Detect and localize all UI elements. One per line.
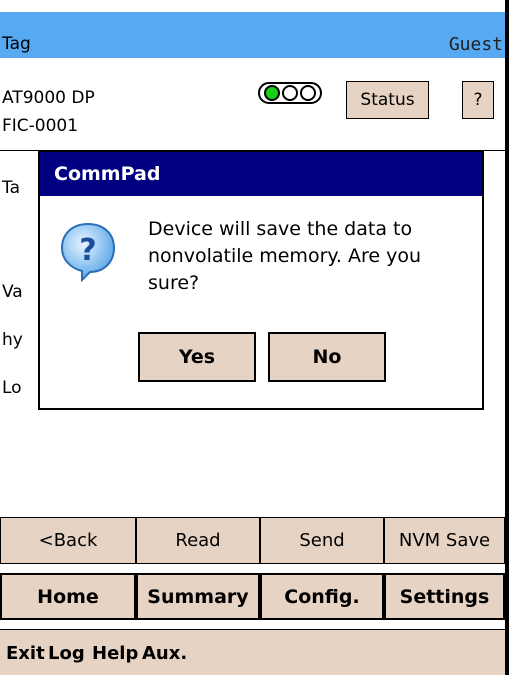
nav-config[interactable]: Config. <box>260 573 384 620</box>
yes-button[interactable]: Yes <box>138 332 256 382</box>
device-model: AT9000 DP <box>2 88 95 108</box>
nav-summary[interactable]: Summary <box>136 573 260 620</box>
no-button[interactable]: No <box>268 332 386 382</box>
dialog-message: Device will save the data to nonvolatile… <box>148 218 422 294</box>
dialog-title: CommPad <box>40 152 482 196</box>
nvm-save-button[interactable]: NVM Save <box>384 517 505 564</box>
back-button[interactable]: <Back <box>0 517 136 564</box>
background-label: Va <box>2 282 23 302</box>
background-label: hy <box>2 330 23 350</box>
user-label: Guest <box>448 34 503 55</box>
title-bar: Tag Guest <box>0 12 505 58</box>
background-label: Ta <box>2 178 20 198</box>
read-button[interactable]: Read <box>136 517 260 564</box>
nav-home[interactable]: Home <box>0 573 136 620</box>
device-info: AT9000 DP FIC-0001 Status ? <box>0 58 505 151</box>
menu-exit[interactable]: Exit <box>6 643 45 664</box>
nav-bar: Home Summary Config. Settings <box>0 573 505 620</box>
confirm-dialog: CommPad ? Device will save the data to n… <box>38 150 484 410</box>
svg-text:?: ? <box>79 233 96 268</box>
device-tag: FIC-0001 <box>2 116 79 136</box>
app-window: Tag Guest AT9000 DP FIC-0001 Status ? Ta… <box>0 0 509 675</box>
send-button[interactable]: Send <box>260 517 384 564</box>
menu-bar: Exit Log Help Aux. <box>0 629 505 675</box>
tag-label: Tag <box>2 34 31 54</box>
help-button[interactable]: ? <box>462 81 494 119</box>
menu-help[interactable]: Help <box>92 643 138 664</box>
status-button[interactable]: Status <box>346 81 429 119</box>
traffic-light-icon <box>258 82 322 104</box>
menu-aux[interactable]: Aux. <box>142 643 187 664</box>
action-bar: <Back Read Send NVM Save <box>0 517 505 564</box>
question-icon: ? <box>60 222 116 282</box>
menu-log[interactable]: Log <box>48 643 85 664</box>
nav-settings[interactable]: Settings <box>384 573 505 620</box>
background-label: Lo <box>2 378 22 398</box>
